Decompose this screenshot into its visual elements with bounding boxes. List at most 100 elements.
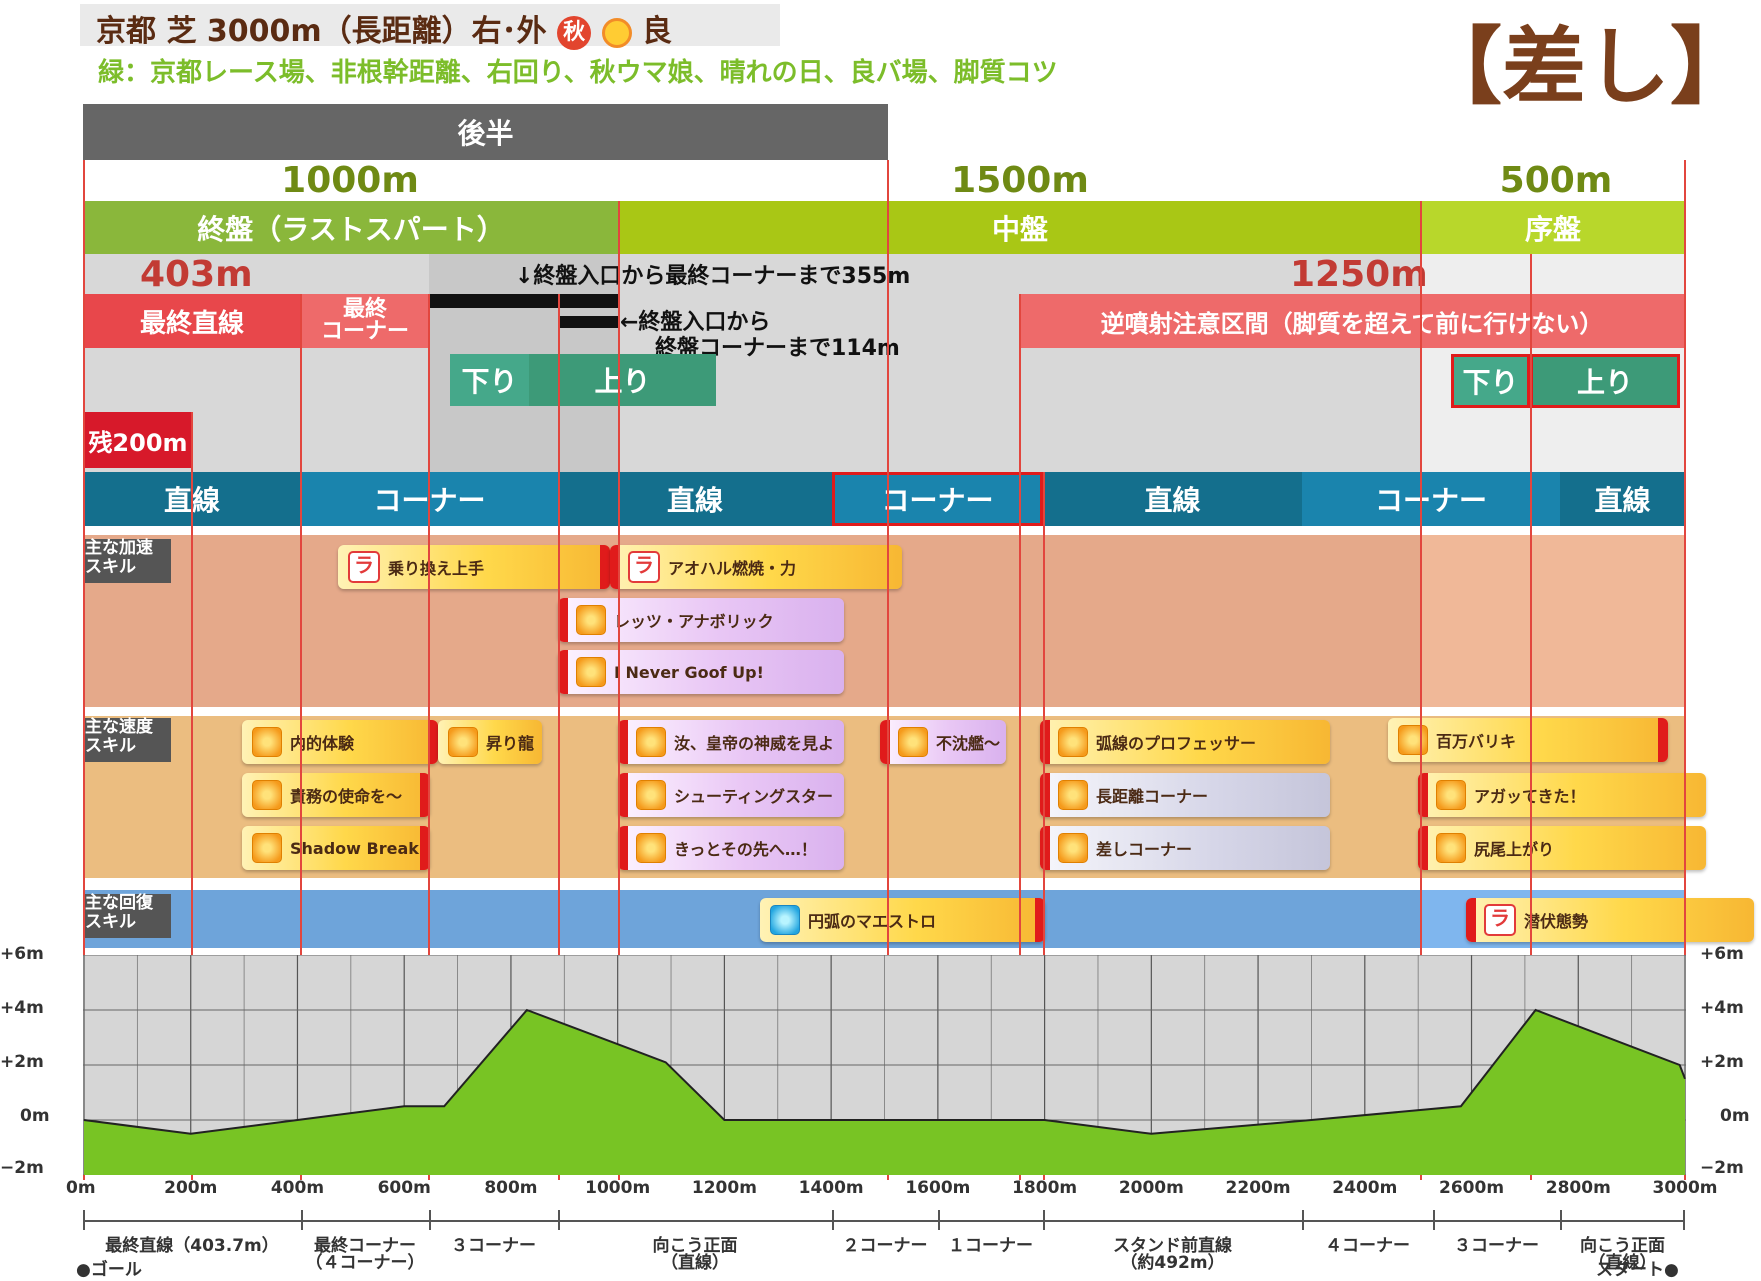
skill-icon [1436, 780, 1466, 810]
x-tick-label: 1400m [798, 1178, 864, 1198]
segment-tick [1560, 1210, 1562, 1230]
segment-tick [301, 1210, 303, 1230]
track-corner-3: コーナー [1302, 472, 1560, 526]
skill-icon [898, 727, 928, 757]
skill-icon-blue [770, 905, 800, 935]
x-tick-label: 2600m [1439, 1178, 1505, 1198]
y-tick-6: +6m [0, 944, 44, 964]
y-tick-2: +2m [0, 1052, 44, 1072]
speed-section-label: 主な速度 スキル [85, 718, 171, 762]
segment-tick [1683, 1210, 1685, 1230]
accel-section-early [1421, 535, 1685, 707]
x-tick-label: 600m [377, 1178, 431, 1198]
sun-icon [601, 17, 632, 48]
skill-icon [1058, 727, 1088, 757]
skill-lets-anabolic: レッツ・アナボリック [558, 598, 844, 642]
segment-3rd-corner-2: ３コーナー [1454, 1236, 1539, 1256]
reverse-thrust-zone: 逆噴射注意区間（脚質を超えて前に行けない） [1019, 294, 1685, 348]
skill-icon [1058, 780, 1088, 810]
x-tick-label: 800m [484, 1178, 538, 1198]
green-conditions: 緑：京都レース場、非根幹距離、右回り、秋ウマ娘、晴れの日、良バ場、脚質コツ [98, 58, 1058, 88]
bar-114 [559, 316, 619, 328]
note-355: ↓終盤入口から最終コーナーまで355m [515, 264, 911, 289]
track-straight-3: 直線 [1043, 472, 1302, 526]
final-corner-zone: 最終 コーナー [301, 294, 429, 348]
y-tick-6-right: +6m [1700, 944, 1744, 964]
skill-naiteki-taiken: 内的体験 [242, 720, 438, 764]
ra-icon: ラ [348, 551, 380, 583]
distance-1000: 1000m [281, 159, 419, 201]
segment-stand-straight: スタンド前直線 （約492m） [1113, 1236, 1232, 1273]
x-tick-label: 200m [164, 1178, 218, 1198]
segment-tick [832, 1210, 834, 1230]
track-straight-2: 直線 [558, 472, 832, 526]
skill-noboriryu: 昇り龍 [438, 720, 542, 764]
ra-icon: ラ [628, 551, 660, 583]
segment-tick [429, 1210, 431, 1230]
x-tick-label: 2400m [1332, 1178, 1398, 1198]
ra-icon: ラ [1484, 904, 1516, 936]
start-marker: スタート● [1596, 1260, 1679, 1280]
y-axis-left: +6m +4m +2m 0m −2m [0, 944, 60, 1178]
x-axis: 0m 200m 400m 600m 800m 1000m 1200m 1400m 1600m 18… [0, 1178, 1761, 1202]
y-tick-2-right: +2m [1700, 1052, 1744, 1072]
skill-aoharu-nensho: ラアオハル燃焼・力 [610, 545, 902, 589]
skill-norikae-jouzu: ラ乗り換え上手 [338, 545, 610, 589]
ground-condition: 良 [642, 14, 673, 49]
second-half-bar: 後半 [83, 104, 888, 160]
skill-icon [636, 780, 666, 810]
distance-403: 403m [140, 254, 253, 295]
season-badge: 秋 [557, 15, 592, 50]
x-tick-label: 1000m [585, 1178, 651, 1198]
x-tick-label: 1800m [1012, 1178, 1078, 1198]
track-straight-4: 直線 [1560, 472, 1685, 526]
segment-final-straight: 最終直線（403.7m） [105, 1236, 279, 1256]
phase-early: 序盤 [1421, 201, 1685, 254]
segment-3rd-corner: ３コーナー [451, 1236, 536, 1256]
x-tick-label: 2000m [1118, 1178, 1184, 1198]
x-tick-label: 0m [66, 1178, 96, 1198]
segment-tick [938, 1210, 940, 1230]
segment-tick [1433, 1210, 1435, 1230]
segment-tick [558, 1210, 560, 1230]
x-tick-label: 1200m [691, 1178, 757, 1198]
recovery-section-label: 主な回復 スキル [85, 894, 171, 938]
bar-355 [429, 294, 619, 308]
goal-marker: ●ゴール [76, 1260, 142, 1280]
skill-enko-maestro: 円弧のマエストロ [760, 898, 1045, 942]
skill-icon [636, 727, 666, 757]
segment-2nd-corner: ２コーナー [842, 1236, 928, 1256]
x-tick-label: 400m [270, 1178, 325, 1198]
distance-1500: 1500m [951, 159, 1089, 201]
y-tick-0: 0m [20, 1106, 50, 1126]
x-tick-label: 2200m [1225, 1178, 1291, 1198]
skill-kitto-sono-saki: きっとその先へ…！ [618, 826, 844, 870]
y-tick-0-right: 0m [1720, 1106, 1750, 1126]
race-title-text: 京都 芝 3000m（長距離）右･外 [96, 14, 547, 49]
race-title: 京都 芝 3000m（長距離）右･外 秋 良 [96, 6, 672, 50]
elevation-chart [83, 955, 1686, 1175]
segment-tick [1043, 1210, 1045, 1230]
distance-1250: 1250m [1290, 254, 1428, 295]
skill-kotei-shini: 汝、皇帝の神威を見よ [618, 720, 844, 764]
skill-icon [252, 780, 282, 810]
skill-sekimu-shimei: 責務の使命を～ [242, 773, 430, 817]
skill-icon [1058, 833, 1088, 863]
segment-final-corner: 最終コーナー （４コーナー） [305, 1236, 425, 1273]
y-axis-right: +6m +4m +2m 0m −2m [1700, 944, 1760, 1178]
skill-agatte-kita: アガッてきた！ [1418, 773, 1706, 817]
uphill-label-2: 上り [1530, 354, 1680, 408]
downhill-label-2: 下り [1451, 354, 1530, 408]
skill-sashi-corner: 差しコーナー [1040, 826, 1330, 870]
distance-500: 500m [1499, 159, 1613, 201]
skill-fuchinkan: 不沈艦～ [880, 720, 1006, 764]
skill-icon [448, 727, 478, 757]
skill-kosen-professor: 弧線のプロフェッサー [1040, 720, 1330, 764]
skill-hyakuman-bariki: 百万バリキ [1388, 718, 1668, 762]
segment-1st-corner: １コーナー [948, 1236, 1033, 1256]
skill-never-goof-up: I Never Goof Up! [558, 650, 844, 694]
y-tick-minus2-right: −2m [1700, 1158, 1744, 1178]
skill-icon [252, 833, 282, 863]
skill-icon [576, 657, 606, 687]
skill-senpuku-taisei: ラ潜伏態勢 [1466, 898, 1754, 942]
